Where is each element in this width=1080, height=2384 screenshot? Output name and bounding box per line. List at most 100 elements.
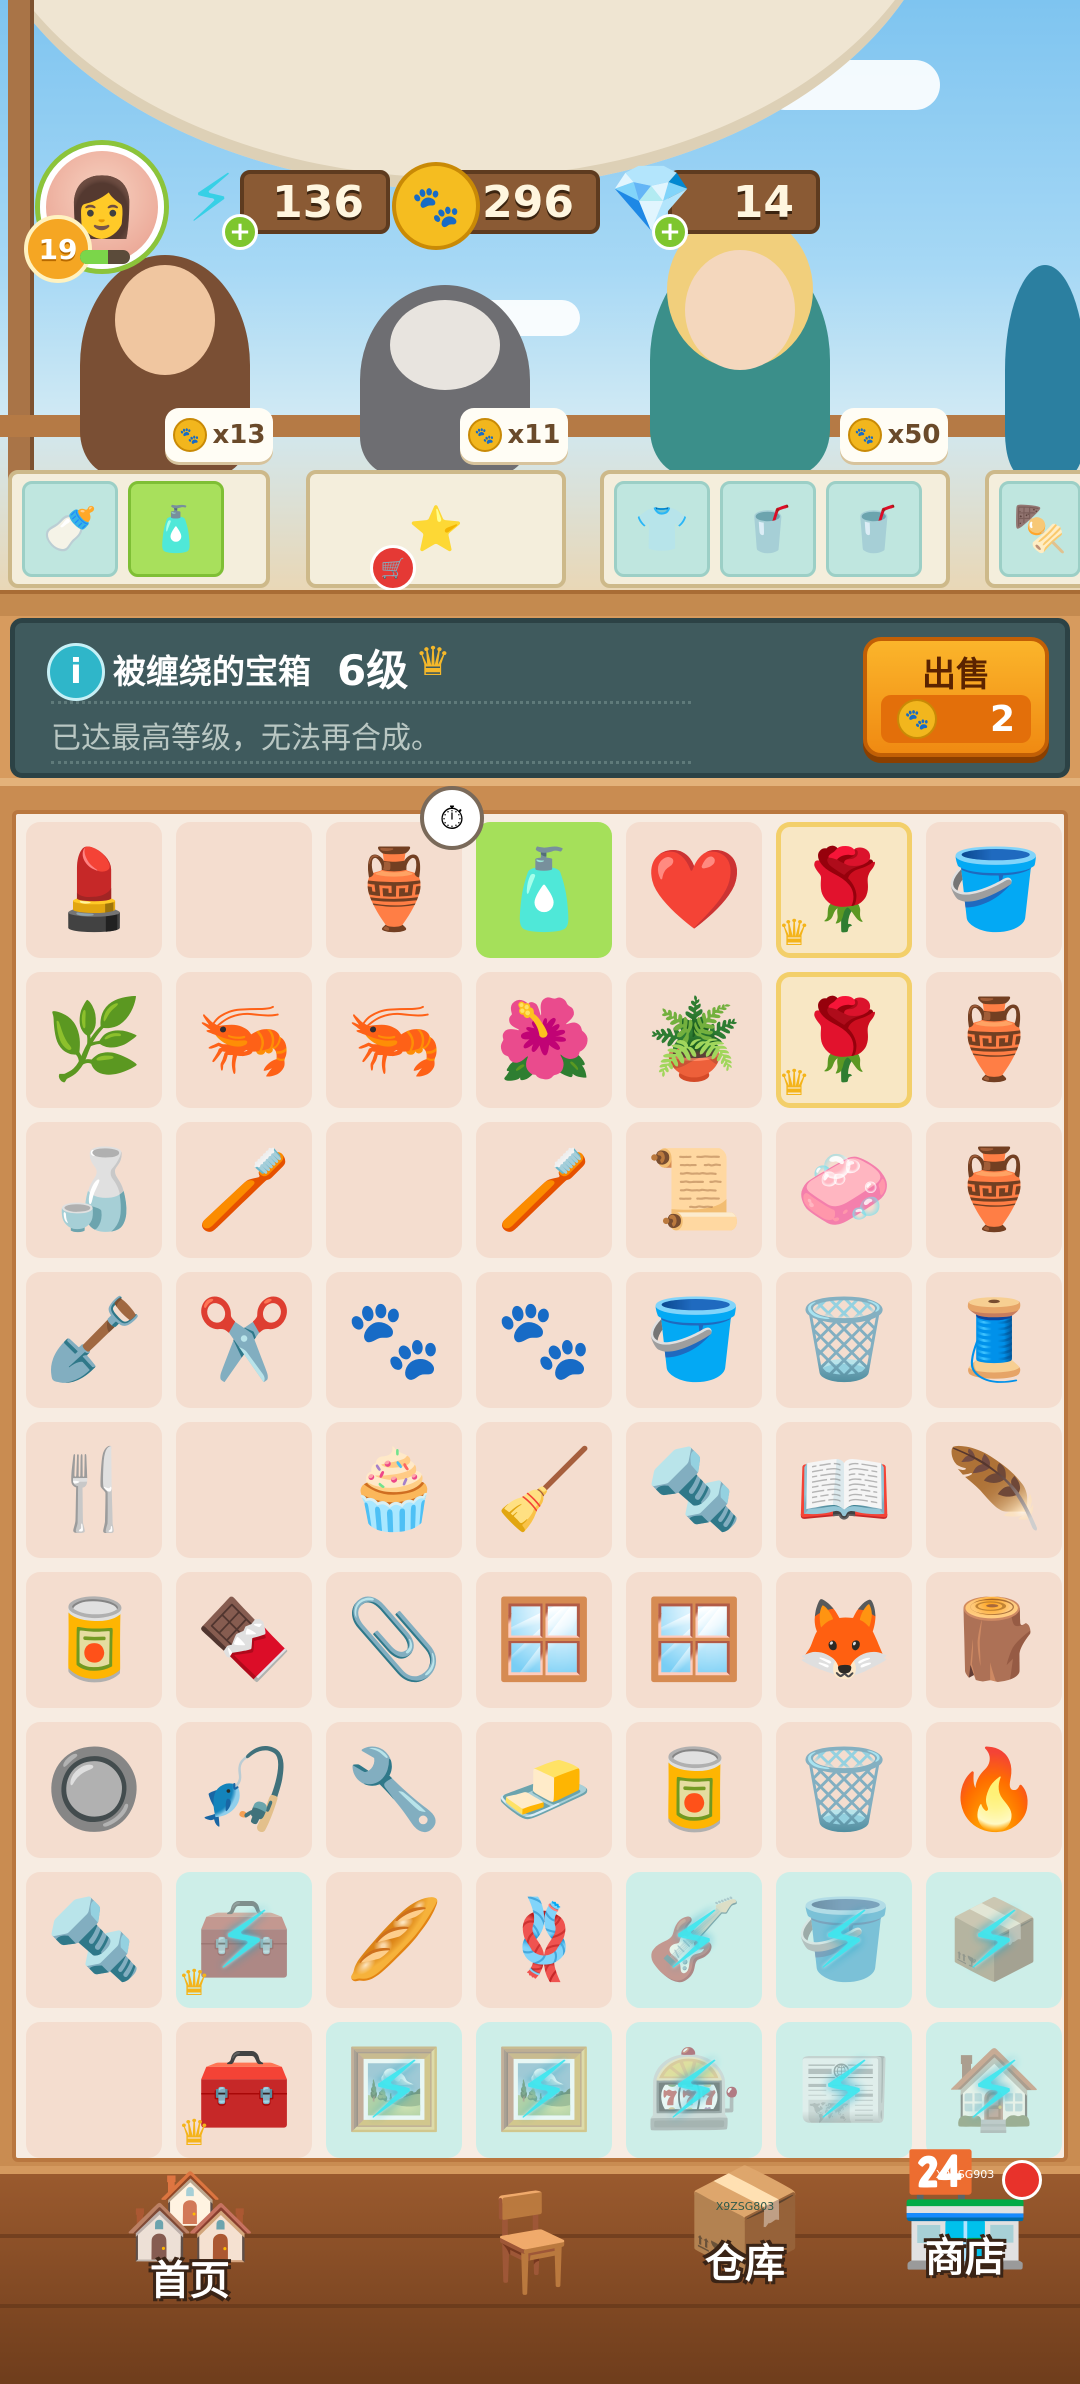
board-cell[interactable]: 🪣 ⚡	[776, 1872, 912, 2008]
info-icon[interactable]: i	[47, 643, 105, 701]
board-item: 🥫	[45, 1594, 143, 1685]
board-cell[interactable]: 🔧	[326, 1722, 462, 1858]
nav-warehouse[interactable]: 📦 X9ZSG803 仓库	[660, 2170, 830, 2289]
nav-home[interactable]: 🏘️ 首页	[40, 2160, 340, 2306]
order-item-drink[interactable]: 🥤	[720, 481, 816, 577]
board-cell[interactable]	[176, 822, 312, 958]
board-cell[interactable]: 🍫	[176, 1572, 312, 1708]
board-cell[interactable]: 🧹	[476, 1422, 612, 1558]
board-item: 🐾	[345, 1294, 443, 1385]
order-item-starfish[interactable]: ⭐ 🛒	[370, 481, 484, 590]
board-item: 🧼	[795, 1144, 893, 1235]
board-cell[interactable]: 🪵	[926, 1572, 1062, 1708]
add-gems-button[interactable]: +	[652, 214, 688, 250]
board-cell[interactable]: 🏺	[926, 1122, 1062, 1258]
board-cell[interactable]: 🪥	[176, 1122, 312, 1258]
board-cell[interactable]: 🥫	[626, 1722, 762, 1858]
board-cell[interactable]: 🔩	[626, 1422, 762, 1558]
bench-icon: 🪑	[470, 2186, 590, 2298]
board-cell[interactable]: 🐾	[476, 1272, 612, 1408]
energy-lock-icon: ⚡	[365, 2043, 423, 2137]
board-cell[interactable]: 🎰 ⚡	[626, 2022, 762, 2158]
customer-partial[interactable]	[1005, 265, 1080, 475]
board-item: 🪥	[495, 1144, 593, 1235]
board-cell[interactable]: 📰 ⚡	[776, 2022, 912, 2158]
board-cell[interactable]: 🪶	[926, 1422, 1062, 1558]
board-cell[interactable]: 📜	[626, 1122, 762, 1258]
board-cell[interactable]: 🍶	[26, 1122, 162, 1258]
board-cell[interactable]: 🪥	[476, 1122, 612, 1258]
board-cell[interactable]: 🍴	[26, 1422, 162, 1558]
board-cell[interactable]: 🧈	[476, 1722, 612, 1858]
frame-strip	[0, 590, 1080, 616]
reward-amount: x50	[887, 420, 941, 450]
board-cell[interactable]: 💄	[26, 822, 162, 958]
order-item-spray-bottle[interactable]: 🧴	[128, 481, 224, 577]
board-cell[interactable]: 🪟	[626, 1572, 762, 1708]
paw-coin-icon: 🐾	[897, 699, 937, 739]
sell-button[interactable]: 出售 🐾 2	[863, 637, 1049, 757]
nav-warehouse-label: 仓库	[705, 2241, 785, 2287]
item-info-panel: i 被缠绕的宝箱 6级 ♛ 已达最高等级，无法再合成。 出售 🐾 2	[10, 618, 1070, 778]
board-cell[interactable]	[326, 1122, 462, 1258]
board-cell[interactable]	[176, 1422, 312, 1558]
board-cell[interactable]: 🧴	[476, 822, 612, 958]
board-cell[interactable]: 🧁	[326, 1422, 462, 1558]
board-cell[interactable]: 🪟	[476, 1572, 612, 1708]
player-level-badge: 19	[24, 215, 92, 283]
board-item: 🧵	[945, 1294, 1043, 1385]
board-cell[interactable]: 🔥	[926, 1722, 1062, 1858]
board-cell[interactable]: 🪣	[926, 822, 1062, 958]
board-cell[interactable]: 🗑️	[776, 1272, 912, 1408]
board-item: 💄	[45, 844, 143, 935]
board-cell[interactable]: 🌿	[26, 972, 162, 1108]
board-item: 🍶	[45, 1144, 143, 1235]
add-energy-button[interactable]: +	[222, 214, 258, 250]
board-cell[interactable]: 🔘	[26, 1722, 162, 1858]
board-cell[interactable]: 📎	[326, 1572, 462, 1708]
board-cell[interactable]: 🔩	[26, 1872, 162, 2008]
board-cell[interactable]: 🪏	[26, 1272, 162, 1408]
board-cell[interactable]: 🧰 ♛ ⚡	[176, 1872, 312, 2008]
divider	[51, 701, 691, 704]
board-cell[interactable]: 🧰 ♛	[176, 2022, 312, 2158]
board-cell[interactable]: 📦 ⚡	[926, 1872, 1062, 2008]
board-cell[interactable]: 🎸 ⚡	[626, 1872, 762, 2008]
board-cell[interactable]: 🌺	[476, 972, 612, 1108]
board-cell[interactable]: 🐾	[326, 1272, 462, 1408]
board-cell[interactable]: 🌹 ♛	[776, 822, 912, 958]
order-item-skewer[interactable]: 🍢	[999, 481, 1080, 577]
board-cell[interactable]: ✂️	[176, 1272, 312, 1408]
board-cell[interactable]: ❤️	[626, 822, 762, 958]
board-item: 🔩	[645, 1444, 743, 1535]
board-cell[interactable]: 🖼️ ⚡	[476, 2022, 612, 2158]
board-cell[interactable]: 🦐	[176, 972, 312, 1108]
board-cell[interactable]: 🦊	[776, 1572, 912, 1708]
board-cell[interactable]: 🖼️ ⚡	[326, 2022, 462, 2158]
board-cell[interactable]: 🪴	[626, 972, 762, 1108]
board-cell[interactable]: 🏺	[926, 972, 1062, 1108]
order-item-apron[interactable]: 👕	[614, 481, 710, 577]
board-cell[interactable]: 🎣	[176, 1722, 312, 1858]
board-cell[interactable]: 🗑️	[776, 1722, 912, 1858]
board-cell[interactable]: 🧼	[776, 1122, 912, 1258]
board-cell[interactable]: 🪣	[626, 1272, 762, 1408]
board-item: 🥖	[345, 1894, 443, 1985]
item-level: 6级	[337, 646, 409, 695]
cart-icon[interactable]: 🛒	[370, 545, 416, 590]
board-cell[interactable]: 🌹 ♛	[776, 972, 912, 1108]
customer-blonde-woman[interactable]	[650, 245, 830, 475]
board-cell[interactable]: 🏠 ⚡	[926, 2022, 1062, 2158]
board-cell[interactable]: 🥖	[326, 1872, 462, 2008]
notification-dot	[1002, 2160, 1042, 2200]
board-cell[interactable]	[26, 2022, 162, 2158]
order-item-milk-bottle[interactable]: 🍼	[22, 481, 118, 577]
board-cell[interactable]: 🦐	[326, 972, 462, 1108]
nav-bench[interactable]: 🪑	[450, 2194, 610, 2290]
board-cell[interactable]: 🥫	[26, 1572, 162, 1708]
order-item-drink[interactable]: 🥤	[826, 481, 922, 577]
board-cell[interactable]: 📖	[776, 1422, 912, 1558]
board-cell[interactable]: 🪢	[476, 1872, 612, 2008]
board-cell[interactable]: 🧵	[926, 1272, 1062, 1408]
energy-lock-icon: ⚡	[965, 1893, 1023, 1987]
